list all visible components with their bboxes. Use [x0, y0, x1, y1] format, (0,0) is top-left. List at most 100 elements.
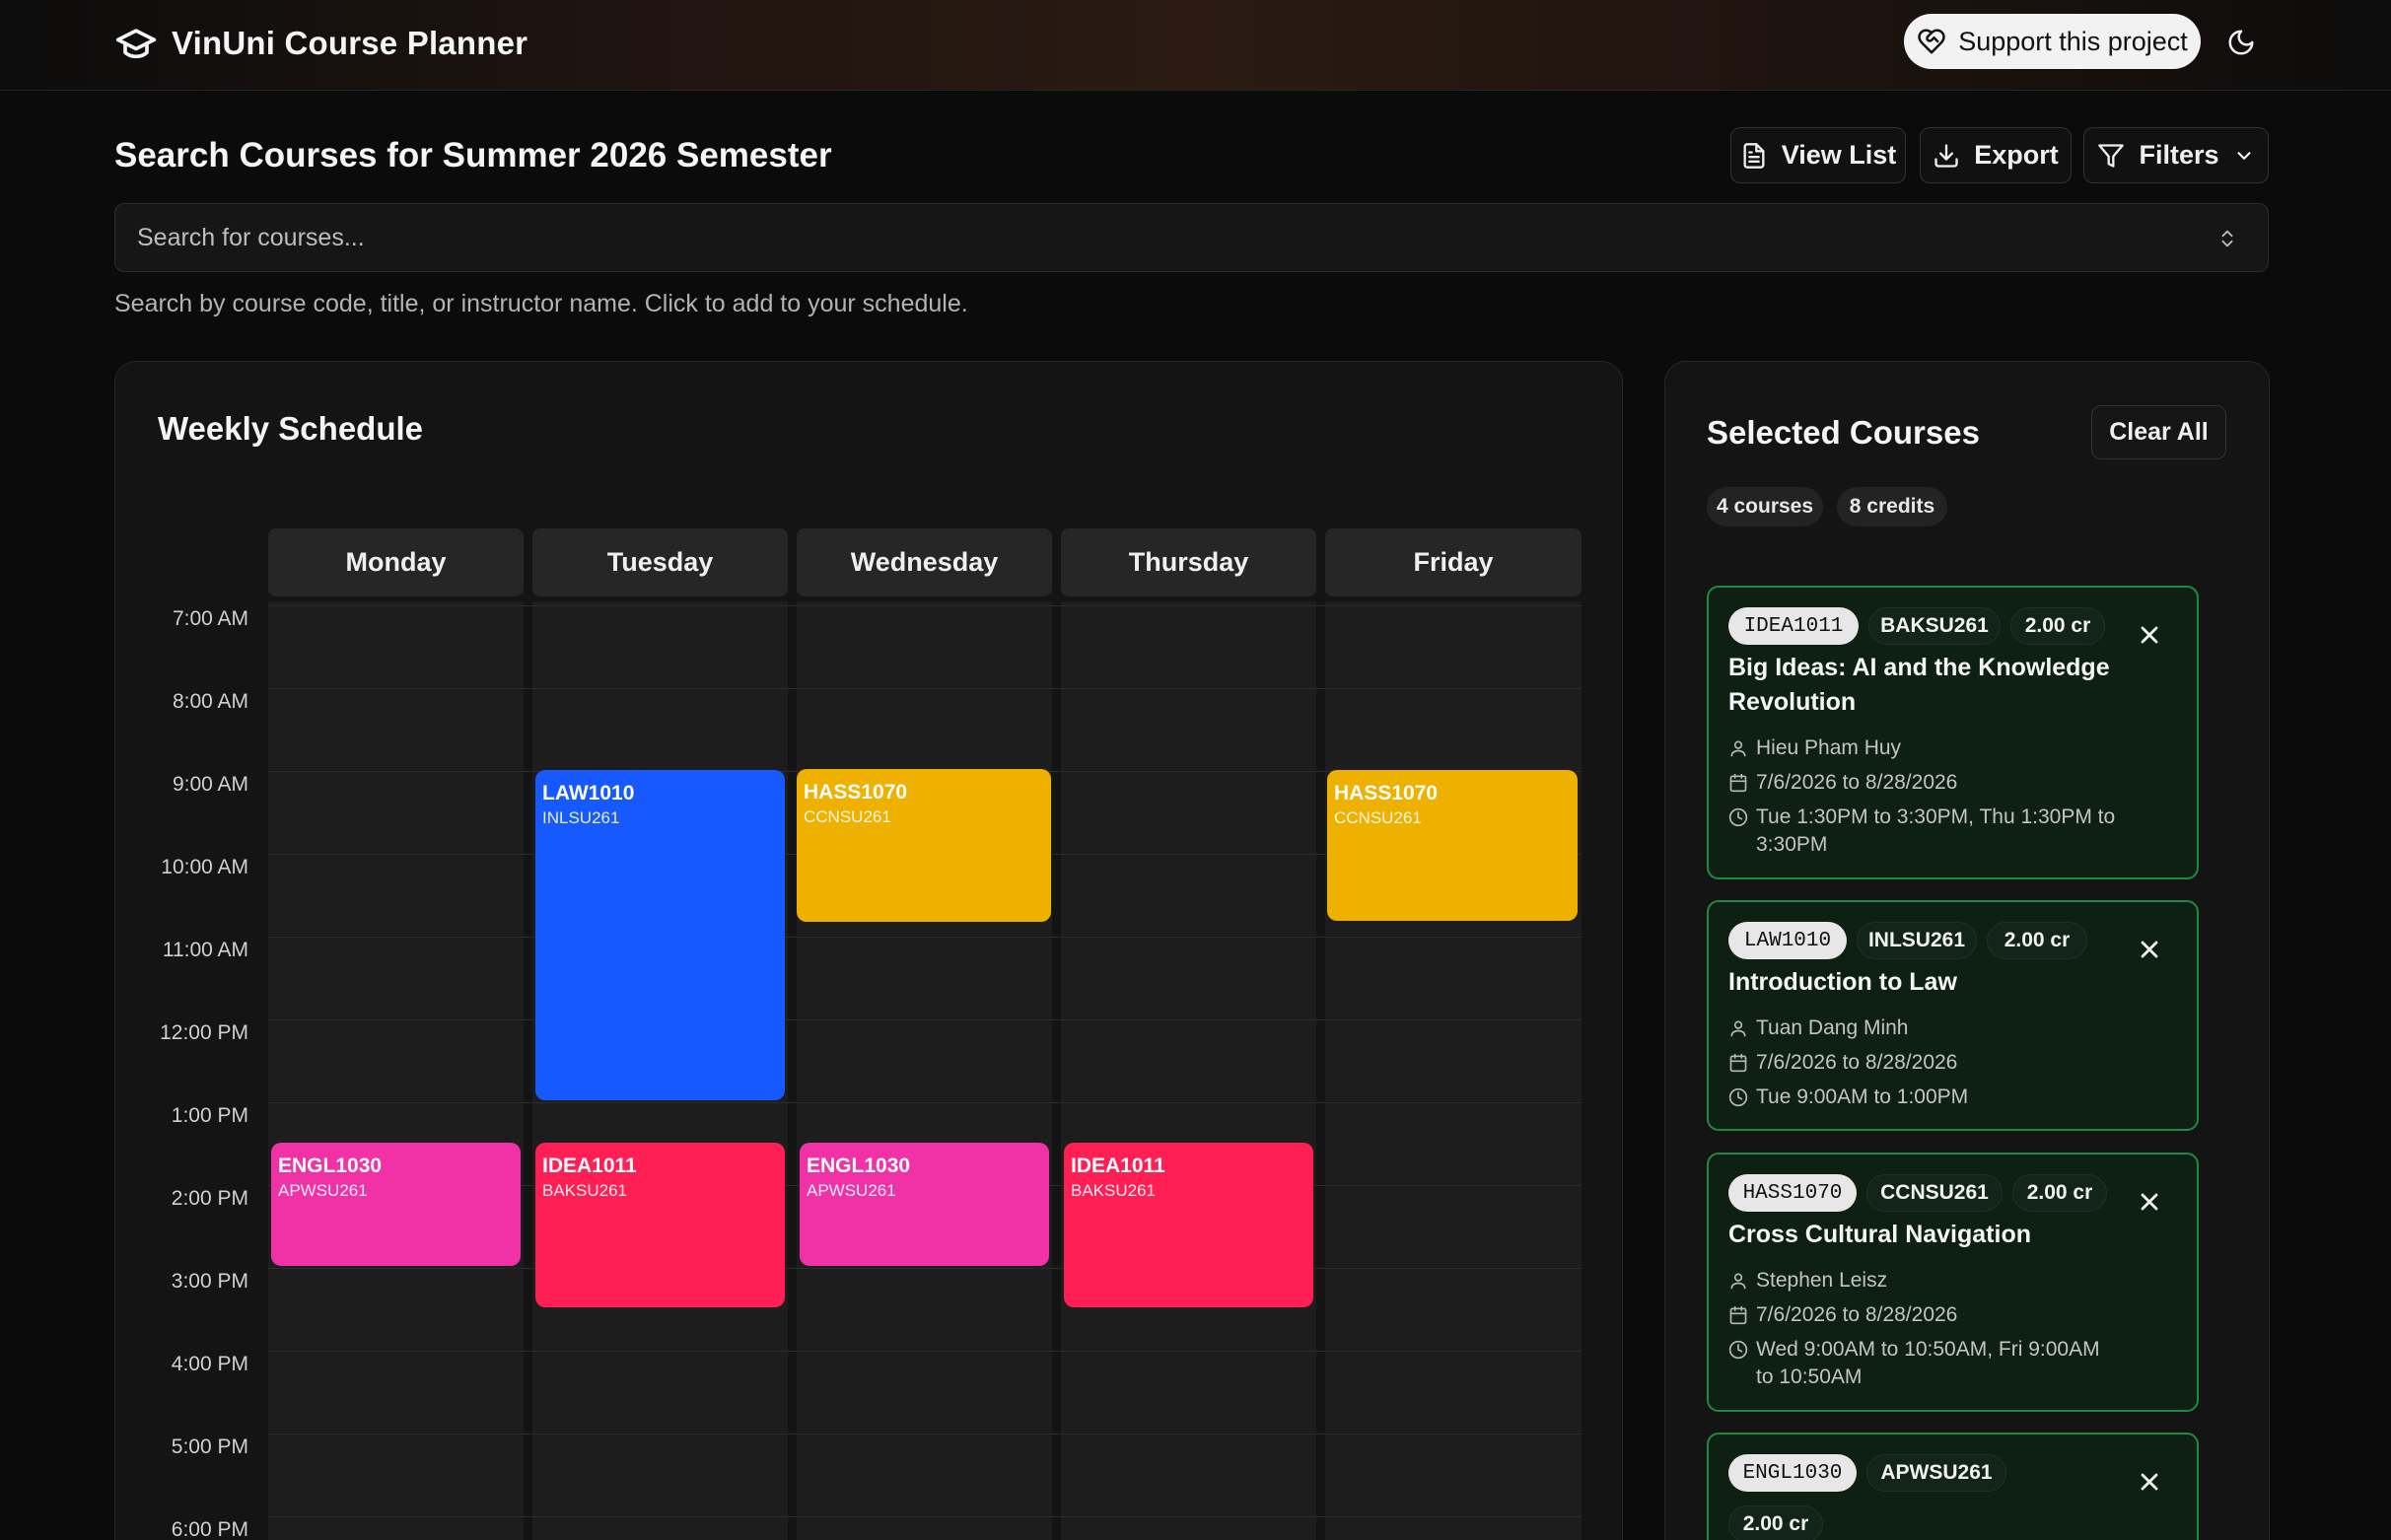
filter-icon	[2098, 143, 2125, 168]
download-icon	[1934, 143, 1958, 168]
course-instructor: Hieu Pham Huy	[1756, 736, 1902, 759]
chevron-down-icon	[2236, 151, 2251, 160]
remove-course-icon[interactable]	[2136, 1188, 2163, 1216]
time-label: 8:00 AM	[172, 690, 248, 713]
event-code: IDEA1011	[1071, 1155, 1165, 1177]
event-engl1030-wednesday[interactable]: ENGL1030 APWSU261	[800, 1143, 1049, 1266]
section-badge: INLSU261	[1857, 922, 1977, 959]
time-label: 2:00 PM	[171, 1187, 248, 1210]
credit-count-badge: 8 credits	[1837, 487, 1947, 526]
day-column-friday[interactable]	[1325, 601, 1582, 1540]
top-bar: VinUni Course Planner Support this proje…	[0, 0, 2391, 91]
course-instructor: Tuan Dang Minh	[1756, 1016, 1909, 1039]
remove-course-icon[interactable]	[2136, 936, 2163, 963]
theme-toggle-button[interactable]	[2221, 23, 2261, 62]
hour-gridline	[268, 1434, 1582, 1435]
export-label: Export	[1974, 140, 2059, 170]
meeting-time-line: 3:30PM	[1756, 833, 1828, 856]
event-section: CCNSU261	[1334, 808, 1422, 827]
event-code: HASS1070	[804, 781, 908, 804]
filters-button[interactable]: Filters	[2083, 127, 2269, 183]
credits-badge: 2.00 cr	[2010, 607, 2105, 645]
course-code-badge: IDEA1011	[1728, 607, 1859, 645]
hour-gridline	[268, 1516, 1582, 1517]
course-code-badge: LAW1010	[1728, 922, 1847, 959]
time-label: 1:00 PM	[171, 1104, 248, 1127]
day-header-tuesday: Tuesday	[532, 528, 788, 596]
time-label: 6:00 PM	[171, 1518, 248, 1540]
selected-courses-title: Selected Courses	[1707, 414, 1980, 451]
time-label: 9:00 AM	[172, 773, 248, 796]
section-badge: APWSU261	[1866, 1454, 2006, 1492]
course-title: Cross Cultural Navigation	[1728, 1221, 2031, 1248]
event-code: HASS1070	[1334, 782, 1439, 805]
time-label: 4:00 PM	[171, 1353, 248, 1375]
time-label: 10:00 AM	[161, 856, 248, 878]
hour-gridline	[268, 688, 1582, 689]
event-code: LAW1010	[542, 782, 635, 805]
hour-gridline	[268, 1351, 1582, 1352]
section-badge: CCNSU261	[1866, 1174, 2003, 1212]
course-meeting-times: Wed 9:00AM to 10:50AM, Fri 9:00AM to 10:…	[1756, 1336, 2170, 1391]
meeting-time-line: to 10:50AM	[1756, 1365, 1863, 1388]
course-dates: 7/6/2026 to 8/28/2026	[1756, 1051, 1958, 1074]
graduation-cap-icon	[115, 29, 157, 59]
credits-badge: 2.00 cr	[2012, 1174, 2107, 1212]
hour-gridline	[268, 1102, 1582, 1103]
calendar-icon	[1729, 1053, 1747, 1073]
time-label: 7:00 AM	[172, 607, 248, 630]
event-hass1070-wednesday[interactable]: HASS1070 CCNSU261	[797, 769, 1051, 922]
meeting-time-line: Wed 9:00AM to 10:50AM, Fri 9:00AM	[1756, 1338, 2100, 1361]
day-column-wednesday[interactable]	[797, 601, 1052, 1540]
time-label: 3:00 PM	[171, 1270, 248, 1293]
time-label: 12:00 PM	[160, 1021, 248, 1044]
calendar-icon	[1729, 1305, 1747, 1325]
export-button[interactable]: Export	[1920, 127, 2072, 183]
event-law1010-tuesday[interactable]: LAW1010 INLSU261	[535, 770, 785, 1100]
filters-label: Filters	[2139, 140, 2219, 170]
remove-course-icon[interactable]	[2136, 1468, 2163, 1496]
event-section: BAKSU261	[542, 1181, 627, 1200]
support-label: Support this project	[1958, 26, 2188, 56]
chevrons-up-down-icon	[2221, 230, 2233, 247]
search-input[interactable]	[137, 223, 2208, 252]
view-list-button[interactable]: View List	[1730, 127, 1906, 183]
clock-icon	[1728, 807, 1748, 827]
course-dates: 7/6/2026 to 8/28/2026	[1756, 1303, 1958, 1326]
support-button[interactable]: Support this project	[1904, 14, 2201, 69]
search-helper-text: Search by course code, title, or instruc…	[114, 290, 968, 317]
course-dates: 7/6/2026 to 8/28/2026	[1756, 771, 1958, 794]
course-instructor: Stephen Leisz	[1756, 1269, 1888, 1292]
course-title: Introduction to Law	[1728, 968, 1957, 996]
event-section: CCNSU261	[804, 807, 891, 826]
event-code: ENGL1030	[278, 1155, 383, 1177]
event-hass1070-friday[interactable]: HASS1070 CCNSU261	[1327, 770, 1578, 921]
day-header-monday: Monday	[268, 528, 524, 596]
user-icon	[1730, 1020, 1746, 1037]
course-count-badge: 4 courses	[1707, 487, 1823, 526]
brand[interactable]: VinUni Course Planner	[114, 22, 527, 65]
heart-handshake-icon	[1918, 29, 1945, 54]
event-idea1011-tuesday[interactable]: IDEA1011 BAKSU261	[535, 1143, 785, 1307]
course-code-badge: HASS1070	[1728, 1174, 1857, 1212]
view-list-label: View List	[1781, 140, 1897, 170]
event-idea1011-thursday[interactable]: IDEA1011 BAKSU261	[1064, 1143, 1313, 1307]
course-meeting-times: Tue 9:00AM to 1:00PM	[1756, 1085, 1969, 1108]
course-code-badge: ENGL1030	[1728, 1454, 1857, 1492]
remove-course-icon[interactable]	[2136, 621, 2163, 649]
event-engl1030-monday[interactable]: ENGL1030 APWSU261	[271, 1143, 521, 1266]
event-section: APWSU261	[807, 1181, 896, 1200]
day-column-thursday[interactable]	[1061, 601, 1316, 1540]
schedule-title: Weekly Schedule	[158, 410, 424, 447]
course-search-combobox[interactable]	[114, 203, 2269, 272]
day-column-monday[interactable]	[268, 601, 524, 1540]
clear-all-button[interactable]: Clear All	[2091, 405, 2226, 459]
course-title: Big Ideas: AI and the Knowledge Revoluti…	[1728, 651, 2182, 720]
meeting-time-line: Tue 1:30PM to 3:30PM, Thu 1:30PM to	[1756, 805, 2116, 828]
app-title: VinUni Course Planner	[172, 25, 528, 61]
event-section: BAKSU261	[1071, 1181, 1156, 1200]
clock-icon	[1728, 1087, 1748, 1107]
clock-icon	[1728, 1340, 1748, 1360]
day-header-thursday: Thursday	[1061, 528, 1316, 596]
course-meeting-times: Tue 1:30PM to 3:30PM, Thu 1:30PM to 3:30…	[1756, 804, 2170, 859]
